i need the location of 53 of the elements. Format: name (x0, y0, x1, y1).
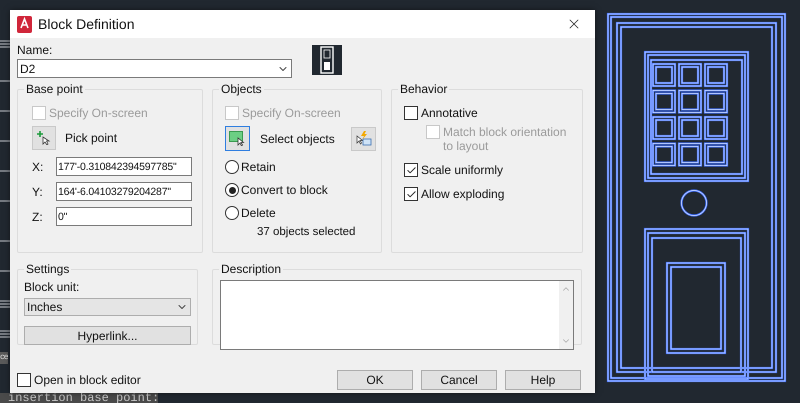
radio-label: Retain (241, 159, 276, 176)
hyperlink-button[interactable]: Hyperlink... (24, 326, 191, 345)
dialog-button[interactable]: Help (505, 370, 581, 390)
check-icon (406, 164, 416, 176)
command-text: ce (0, 352, 8, 364)
dialog-button[interactable]: Cancel (421, 370, 497, 390)
select-objects-label: Select objects (260, 130, 336, 148)
checkbox-label: Scale uniformly (421, 163, 504, 177)
group-title: Settings (24, 261, 72, 277)
group-title: Base point (24, 81, 85, 97)
checkbox-label: Specify On-screen (49, 106, 148, 120)
checkbox-label: Annotative (421, 106, 478, 120)
block-unit-label: Block unit: (24, 280, 80, 294)
quick-select-icon (355, 131, 372, 146)
checkbox[interactable] (404, 187, 418, 201)
checkbox-label: Allow exploding (421, 187, 504, 201)
cursor-plus-icon (37, 131, 51, 145)
name-value: D2 (20, 60, 36, 78)
coordinate-field[interactable]: 0" (56, 207, 192, 226)
block-unit-value: Inches (27, 299, 62, 316)
checkbox[interactable] (404, 106, 418, 120)
group-title: Objects (219, 81, 264, 97)
radio-button[interactable] (225, 160, 239, 174)
select-objects-button[interactable] (225, 126, 250, 151)
app-icon (17, 16, 32, 32)
block-preview-icon (312, 45, 342, 75)
coordinate-label: Z: (32, 208, 44, 226)
checkbox[interactable] (17, 373, 31, 387)
quick-select-button[interactable] (351, 126, 376, 150)
selection-icon (229, 131, 246, 146)
radio-label: Convert to block (241, 182, 328, 199)
checkbox-label: Match block orientation to layout (443, 125, 568, 153)
checkbox-label: Open in block editor (34, 373, 141, 387)
pick-point-label: Pick point (65, 130, 118, 147)
checkbox-label: Specify On-screen (242, 106, 341, 120)
name-label: Name: (17, 43, 54, 57)
window-title: Block Definition (38, 14, 136, 34)
name-combo[interactable]: D2 (17, 59, 292, 78)
dialog-button[interactable]: OK (337, 370, 413, 390)
description-field[interactable] (220, 280, 574, 350)
selection-count: 37 objects selected (257, 225, 356, 240)
block-unit-dropdown[interactable]: Inches (24, 298, 191, 316)
radio-label: Delete (241, 205, 276, 222)
coordinate-field[interactable]: 164'-6.04103279204287" (56, 182, 192, 201)
coordinate-label: Y: (32, 184, 44, 200)
pick-point-button[interactable] (32, 126, 56, 150)
coordinate-field[interactable]: 177'-0.310842394597785" (56, 157, 192, 176)
radio-button[interactable] (225, 206, 239, 220)
coordinate-label: X: (32, 158, 44, 176)
radio-button[interactable] (225, 183, 239, 197)
check-icon (406, 188, 416, 200)
group-title: Description (219, 261, 284, 277)
checkbox[interactable] (404, 163, 418, 177)
